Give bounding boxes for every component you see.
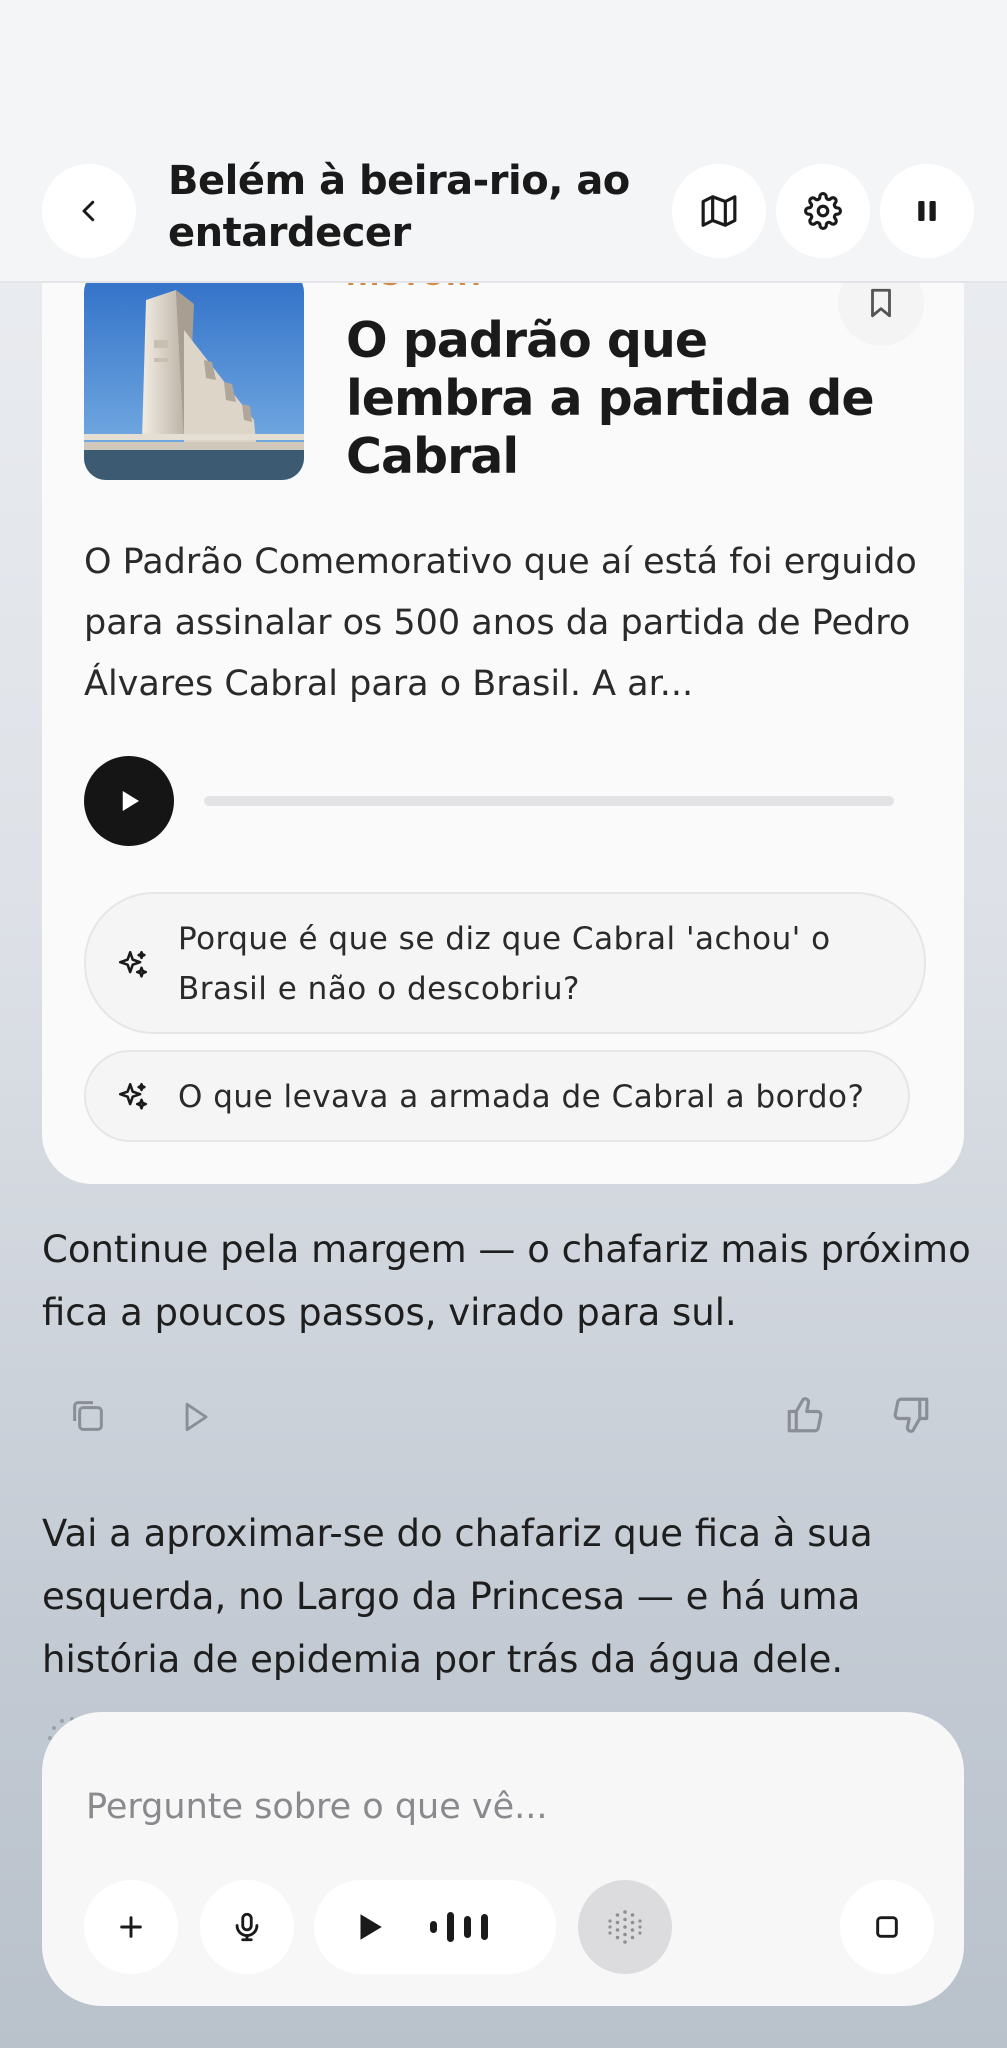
play-icon [360,1914,382,1940]
microphone-button[interactable] [200,1880,294,1974]
sparkle-icon [118,1082,148,1110]
audio-progress-bar[interactable] [204,796,894,806]
app-header: Belém à beira-rio, ao entardecer [0,0,1007,283]
question-input[interactable] [84,1766,888,1848]
suggestion-text: Porque é que se diz que Cabral 'achou' o… [178,921,831,1007]
voice-playback-control[interactable] [314,1880,556,1974]
story-title: O padrão que lembra a partida de Cabral [346,312,875,485]
story-excerpt: O Padrão Comemorativo que aí está foi er… [84,542,917,704]
suggestion-chip[interactable]: O que levava a armada de Cabral a bordo? [84,1050,910,1142]
visual-mode-button[interactable] [578,1880,672,1974]
chevron-left-icon [82,200,95,222]
settings-button[interactable] [776,164,870,258]
microphone-icon [235,1912,259,1942]
dotted-circle-icon [608,1910,642,1944]
map-button[interactable] [672,164,766,258]
assistant-message: Continue pela margem — o chafariz mais p… [42,1228,971,1334]
bookmark-icon [871,288,891,318]
play-icon[interactable] [176,1398,214,1436]
pause-icon [918,201,936,221]
stop-button[interactable] [840,1880,934,1974]
monument-thumbnail [84,270,304,480]
thumbs-down-icon[interactable] [890,1394,932,1436]
play-icon [122,791,139,811]
story-card: HISTORY [42,200,964,1184]
page-title: Belém à beira-rio, ao entardecer [168,158,630,256]
back-button[interactable] [42,164,136,258]
audio-wave-icon [430,1912,488,1942]
thumbs-up-icon[interactable] [784,1394,826,1436]
chat-input-panel [42,1712,964,2006]
suggestion-chip[interactable]: Porque é que se diz que Cabral 'achou' o… [84,892,926,1034]
story-play-button[interactable] [84,756,174,846]
plus-icon [120,1916,142,1938]
map-icon [701,195,737,227]
suggestion-text: O que levava a armada de Cabral a bordo? [178,1079,865,1115]
gear-icon [804,192,842,230]
assistant-message: Vai a aproximar-se do chafariz que fica … [42,1512,873,1681]
add-button[interactable] [84,1880,178,1974]
pause-button[interactable] [880,164,974,258]
stop-icon [876,1916,898,1938]
sparkle-icon [118,950,148,978]
copy-icon[interactable] [68,1396,108,1436]
